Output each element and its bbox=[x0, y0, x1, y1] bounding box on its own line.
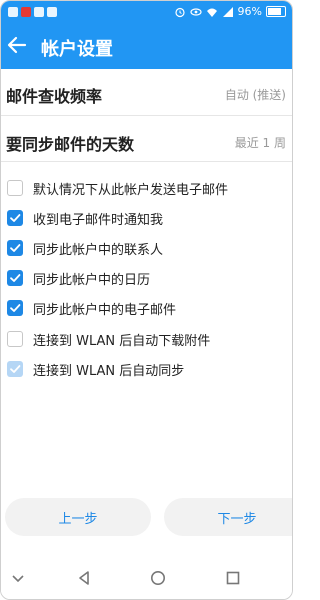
checkbox bbox=[7, 361, 23, 377]
option-sync-email[interactable]: 同步此帐户中的电子邮件 bbox=[7, 298, 176, 318]
app-icon-red bbox=[21, 7, 31, 17]
option-label: 收到电子邮件时通知我 bbox=[33, 212, 164, 228]
option-wlan-download[interactable]: 连接到 WLAN 后自动下载附件 bbox=[7, 329, 210, 349]
app-icon bbox=[34, 7, 44, 17]
option-label: 连接到 WLAN 后自动同步 bbox=[33, 363, 185, 379]
checkbox[interactable] bbox=[7, 210, 23, 226]
checkbox[interactable] bbox=[7, 270, 23, 286]
option-sync-calendar[interactable]: 同步此帐户中的日历 bbox=[7, 268, 150, 288]
app-icon bbox=[8, 7, 18, 17]
option-sync-contacts[interactable]: 同步此帐户中的联系人 bbox=[7, 238, 163, 258]
page-title: 帐户设置 bbox=[41, 39, 113, 60]
alarm-icon bbox=[174, 7, 185, 17]
option-label: 同步此帐户中的联系人 bbox=[33, 242, 164, 258]
battery-icon bbox=[266, 6, 286, 17]
next-button[interactable]: 下一步 bbox=[164, 498, 292, 536]
app-bar: 帐户设置 bbox=[1, 25, 292, 69]
option-label: 同步此帐户中的日历 bbox=[33, 272, 151, 288]
signal-icon bbox=[222, 6, 233, 17]
chevron-down-icon[interactable] bbox=[10, 570, 26, 586]
check-frequency-value: 自动 (推送) bbox=[224, 88, 286, 102]
option-wlan-sync: 连接到 WLAN 后自动同步 bbox=[7, 359, 184, 379]
checkbox[interactable] bbox=[7, 331, 23, 347]
option-notify[interactable]: 收到电子邮件时通知我 bbox=[7, 208, 163, 228]
eye-icon bbox=[189, 7, 202, 16]
back-triangle-icon[interactable] bbox=[76, 570, 92, 586]
battery-percent: 96% bbox=[237, 5, 262, 18]
divider bbox=[1, 115, 292, 116]
home-circle-icon[interactable] bbox=[150, 570, 166, 586]
checkbox[interactable] bbox=[7, 300, 23, 316]
sync-days-value: 最近 1 周 bbox=[234, 136, 286, 150]
status-right: 96% bbox=[174, 5, 286, 18]
recents-square-icon[interactable] bbox=[225, 570, 241, 586]
phone-screen: 96% 帐户设置 邮件查收频率 自动 (推送) 要同步邮件的天数 最近 1 周 … bbox=[0, 0, 293, 600]
notification-icons bbox=[8, 7, 57, 17]
sync-days-setting[interactable]: 要同步邮件的天数 最近 1 周 bbox=[1, 131, 292, 155]
divider bbox=[1, 161, 292, 162]
checkbox[interactable] bbox=[7, 240, 23, 256]
wifi-icon bbox=[206, 8, 217, 17]
option-label: 默认情况下从此帐户发送电子邮件 bbox=[33, 182, 229, 198]
check-frequency-setting[interactable]: 邮件查收频率 自动 (推送) bbox=[1, 83, 292, 107]
option-send-default[interactable]: 默认情况下从此帐户发送电子邮件 bbox=[7, 178, 228, 198]
battery-fill bbox=[268, 8, 282, 15]
system-nav-bar bbox=[1, 558, 292, 599]
check-frequency-label: 邮件查收频率 bbox=[6, 87, 103, 106]
app-icon bbox=[47, 7, 57, 17]
previous-button[interactable]: 上一步 bbox=[5, 498, 151, 536]
option-label: 同步此帐户中的电子邮件 bbox=[33, 302, 177, 318]
option-label: 连接到 WLAN 后自动下载附件 bbox=[33, 333, 211, 349]
sync-days-label: 要同步邮件的天数 bbox=[6, 135, 135, 154]
status-bar: 96% bbox=[1, 1, 292, 25]
back-arrow-icon[interactable] bbox=[7, 35, 27, 55]
checkbox[interactable] bbox=[7, 180, 23, 196]
